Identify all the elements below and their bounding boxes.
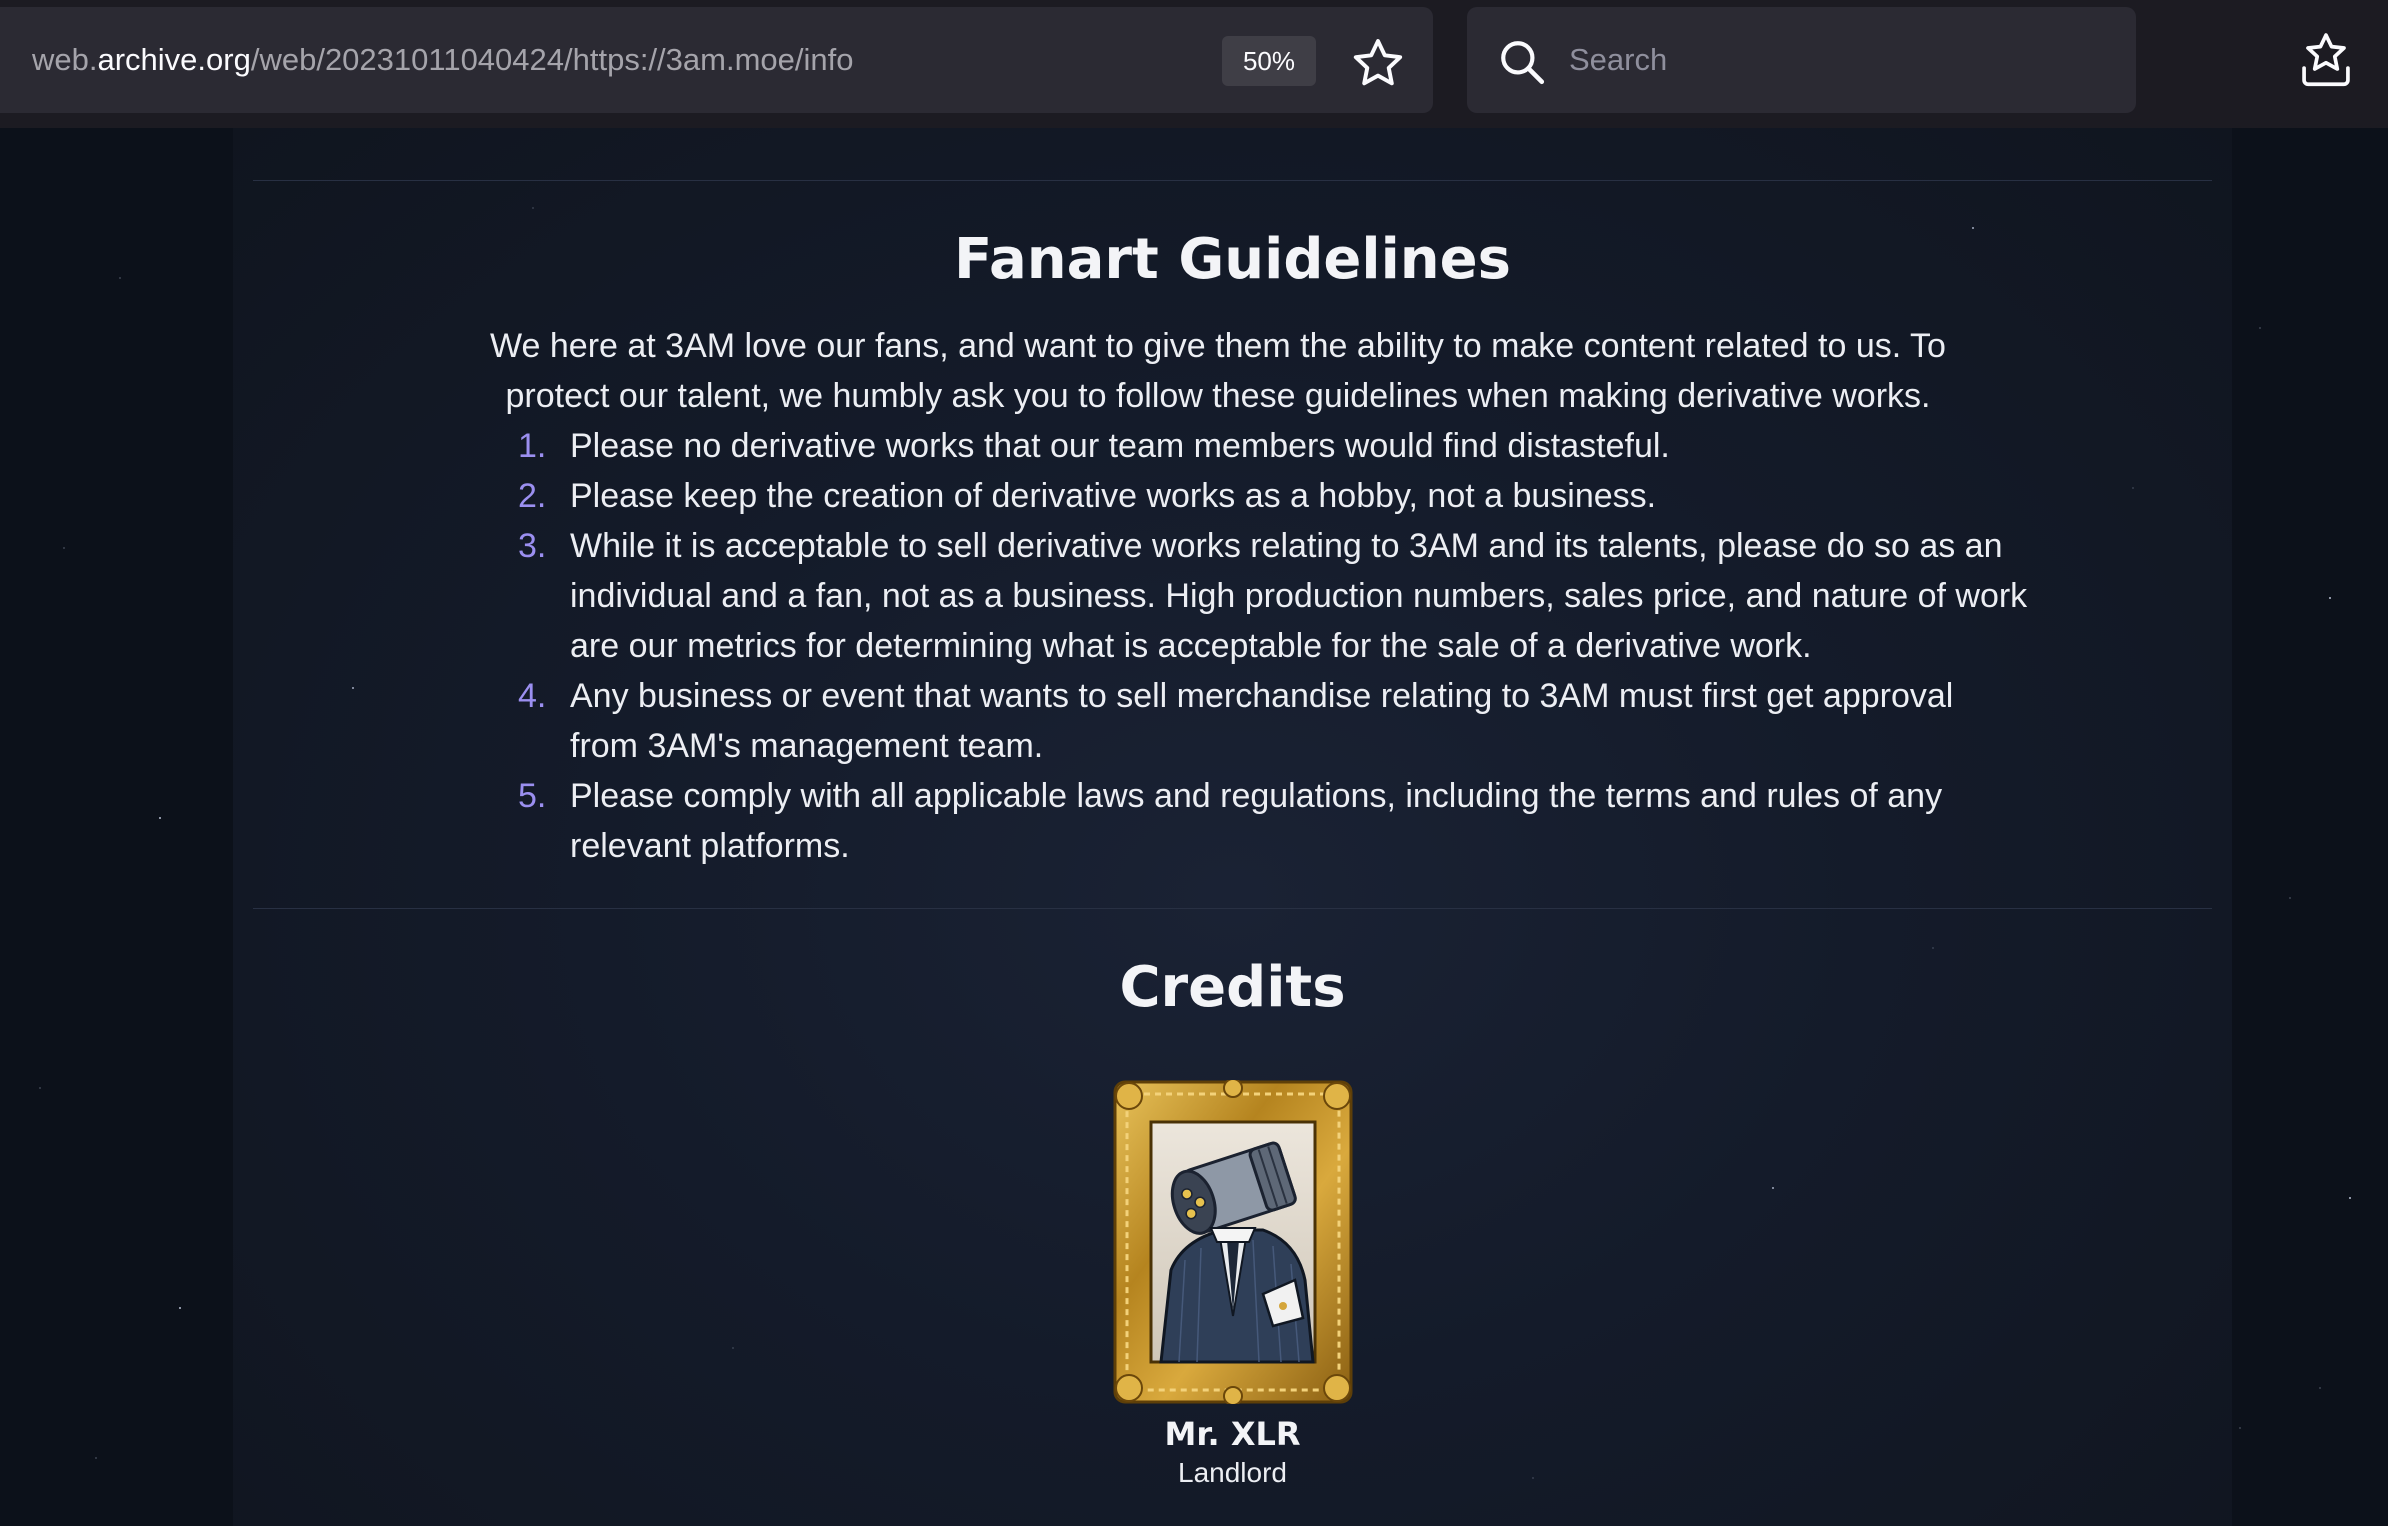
guideline-number: 3. [518, 527, 547, 565]
guideline-number: 2. [518, 477, 547, 515]
search-input[interactable] [1569, 7, 2109, 113]
guideline-text: Please comply with all applicable laws a… [570, 777, 1943, 815]
credit-role: Landlord [1178, 1457, 1287, 1488]
guideline-text: Any business or event that wants to sell… [570, 677, 1954, 715]
guideline-text: Please keep the creation of derivative w… [570, 477, 1657, 515]
section-divider [253, 908, 2212, 909]
content-panel: Fanart Guidelines We here at 3AM love ou… [233, 128, 2232, 1526]
bookmark-star-icon[interactable] [1350, 35, 1406, 91]
browser-toolbar: web.archive.org/web/20231011040424/https… [0, 0, 2388, 129]
guideline-number: 5. [518, 777, 547, 815]
search-icon [1501, 41, 1545, 85]
guideline-text: Please no derivative works that our team… [570, 427, 1670, 465]
guideline-text: are our metrics for determining what is … [570, 627, 1812, 665]
guideline-text: from 3AM's management team. [570, 727, 1044, 765]
guideline-number: 4. [518, 677, 547, 715]
search-bar[interactable] [1467, 7, 2136, 113]
framed-portrait-icon[interactable] [1113, 1080, 1353, 1404]
url-path: /web/20231011040424/https://3am.moe/info [250, 42, 854, 77]
page-background: Fanart Guidelines We here at 3AM love ou… [0, 128, 2388, 1526]
guideline-text: While it is acceptable to sell derivativ… [570, 527, 2003, 565]
guideline-text: relevant platforms. [570, 827, 850, 865]
credits-title: Credits [1119, 955, 1346, 1020]
guideline-number: 1. [518, 427, 547, 465]
url-host: archive.org [97, 42, 251, 77]
zoom-level-button[interactable]: 50% [1222, 36, 1316, 86]
address-bar[interactable]: web.archive.org/web/20231011040424/https… [0, 7, 1433, 113]
url-prefix: web. [32, 42, 98, 77]
guideline-text: individual and a fan, not as a business.… [570, 577, 2028, 615]
url-text[interactable]: web.archive.org/web/20231011040424/https… [32, 7, 853, 113]
save-to-pocket-icon[interactable] [2298, 30, 2354, 90]
credit-name: Mr. XLR [1164, 1415, 1301, 1453]
